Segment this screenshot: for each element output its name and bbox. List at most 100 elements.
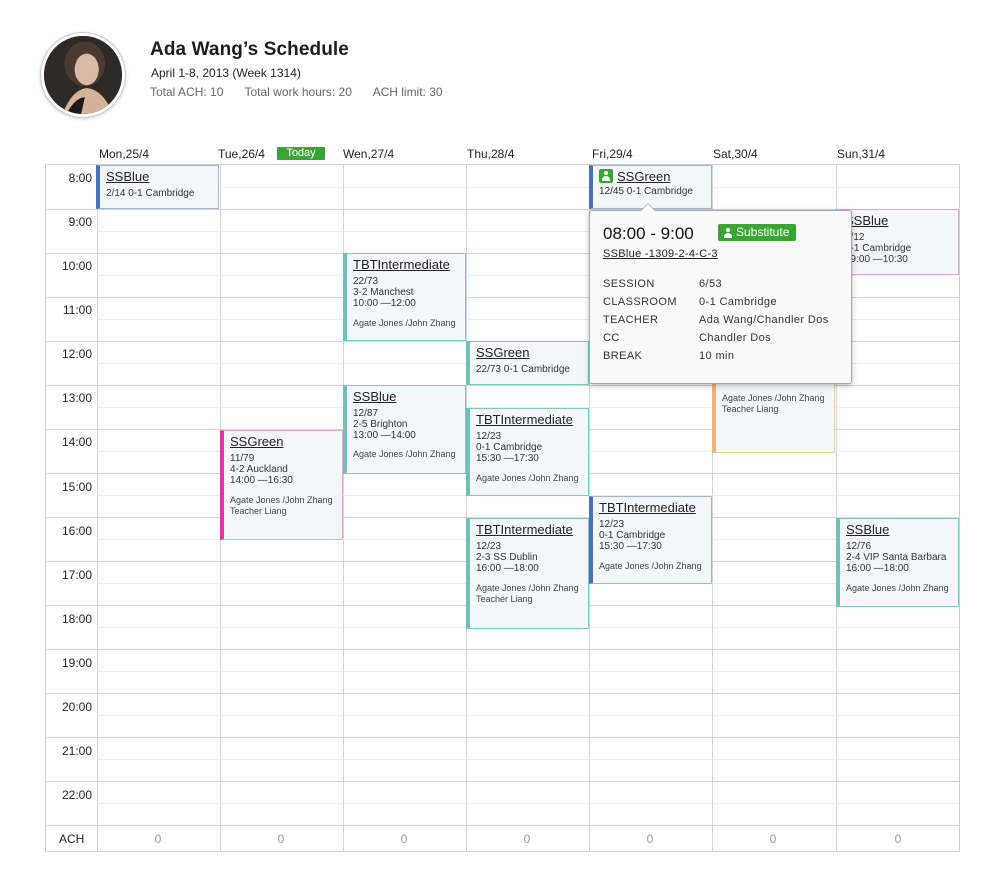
event-room: 0-1 Cambridge — [599, 530, 666, 541]
total-work-hours: Total work hours: 20 — [244, 85, 352, 99]
ach-value-mon: 0 — [154, 832, 162, 846]
day-header-fri: Fri,29/4 — [592, 147, 633, 161]
event-title: SSBlue — [106, 169, 150, 184]
event-ssblue-sun-morning[interactable]: SSBlue 9/12 0-1 Cambridge 09:00 —10:30 — [835, 209, 959, 275]
popover-row-break: BREAK 10 min — [603, 350, 735, 362]
event-title: TBTIntermediate — [599, 500, 696, 515]
event-ssgreen-tue[interactable]: SSGreen 11/79 4-2 Auckland 14:00 —16:30 … — [220, 430, 343, 540]
time-label: 15:00 — [61, 480, 92, 494]
event-room: 2-5 Brighton — [353, 419, 408, 430]
day-header-wed: Wen,27/4 — [343, 147, 395, 161]
event-details: 22/73 0-1 Cambridge — [476, 364, 570, 375]
time-label: 22:00 — [61, 788, 92, 802]
time-label: 20:00 — [61, 700, 92, 714]
event-time: 10:00 —12:00 — [353, 298, 416, 309]
event-teacher-extra: Teacher Liang — [476, 594, 533, 604]
event-time: 16:00 —18:00 — [476, 563, 539, 574]
event-session: 12/76 — [846, 541, 872, 552]
time-label: 13:00 — [61, 391, 92, 405]
day-header-sat: Sat,30/4 — [713, 147, 758, 161]
avatar-photo — [44, 36, 122, 114]
ach-value-sat: 0 — [769, 832, 777, 846]
event-tbtintermediate-fri[interactable]: TBTIntermediate 12/23 0-1 Cambridge 15:3… — [589, 496, 712, 584]
popover-row-session: SESSION 6/53 — [603, 278, 723, 290]
event-teachers: Agate Jones /John Zhang — [476, 473, 579, 483]
event-session: 12/87 — [353, 408, 379, 419]
total-ach: Total ACH: 10 — [150, 85, 224, 99]
event-details: 12/45 0-1 Cambridge — [599, 186, 693, 197]
event-session: 12/23 — [476, 431, 502, 442]
event-teacher-extra: Teacher Liang — [230, 506, 287, 516]
time-label: 10:00 — [61, 259, 92, 273]
time-label: 9:00 — [68, 215, 92, 229]
event-session: 22/73 — [353, 276, 379, 287]
event-tbtintermediate-wed[interactable]: TBTIntermediate 22/73 3-2 Manchest 10:00… — [343, 253, 466, 341]
ach-value-fri: 0 — [646, 832, 654, 846]
event-teachers: Agate Jones /John Zhang — [476, 583, 579, 593]
day-header-tue: Tue,26/4 — [218, 147, 265, 161]
event-details: 2/14 0-1 Cambridge — [106, 188, 195, 199]
event-time: 15:30 —17:30 — [476, 453, 539, 464]
event-ssblue-mon[interactable]: SSBlue 2/14 0-1 Cambridge — [96, 165, 219, 209]
person-icon — [599, 169, 613, 183]
event-tbtintermediate-thu-2[interactable]: TBTIntermediate 12/23 2-3 SS Dublin 16:0… — [466, 518, 589, 629]
popover-row-cc: CC Chandler Dos — [603, 332, 772, 344]
event-time: 09:00 —10:30 — [845, 254, 908, 265]
day-header-thu: Thu,28/4 — [467, 147, 515, 161]
time-label: 19:00 — [61, 656, 92, 670]
event-ssgreen-thu[interactable]: SSGreen 22/73 0-1 Cambridge — [466, 341, 589, 385]
time-label: 17:00 — [61, 568, 92, 582]
event-time: 15:30 —17:30 — [599, 541, 662, 552]
avatar[interactable] — [41, 33, 125, 117]
class-code-link[interactable]: SSBlue -1309-2-4-C-3 — [603, 248, 718, 260]
popover-row-teacher: TEACHER Ada Wang/Chandler Dos — [603, 314, 829, 326]
ach-value-tue: 0 — [277, 832, 285, 846]
event-teachers: Agate Jones /John Zhang — [230, 495, 333, 505]
event-title: SSBlue — [846, 522, 890, 537]
popover-time: 08:00 - 9:00 — [603, 224, 694, 243]
event-title: SSGreen — [230, 434, 284, 449]
week-range: April 1-8, 2013 (Week 1314) — [151, 66, 301, 80]
event-teachers: Agate Jones /John Zhang — [599, 561, 702, 571]
event-session: 12/23 — [476, 541, 502, 552]
ach-value-wed: 0 — [400, 832, 408, 846]
event-room: 2-3 SS Dublin — [476, 552, 538, 563]
time-label: 16:00 — [61, 524, 92, 538]
event-title: SSGreen — [599, 169, 711, 184]
substitute-badge: Substitute — [718, 224, 797, 241]
event-title: SSGreen — [476, 345, 530, 360]
time-label: 14:00 — [61, 435, 92, 449]
event-teachers: Agate Jones /John Zhang — [353, 449, 456, 459]
event-session: 9/12 — [845, 232, 865, 243]
event-room: 0-1 Cambridge — [476, 442, 543, 453]
time-label: 12:00 — [61, 347, 92, 361]
schedule-stats: Total ACH: 10 Total work hours: 20 ACH l… — [150, 85, 461, 99]
event-tbtintermediate-thu-1[interactable]: TBTIntermediate 12/23 0-1 Cambridge 15:3… — [466, 408, 589, 496]
event-sat[interactable]: Agate Jones /John Zhang Teacher Liang — [712, 384, 835, 453]
event-ssblue-wed[interactable]: SSBlue 12/87 2-5 Brighton 13:00 —14:00 A… — [343, 385, 466, 474]
time-label: 11:00 — [62, 303, 92, 317]
event-detail-popover[interactable]: 08:00 - 9:00 Substitute SSBlue -1309-2-4… — [589, 203, 852, 384]
time-label: 21:00 — [61, 744, 92, 758]
event-teachers: Agate Jones /John Zhang — [722, 393, 825, 403]
event-time: 13:00 —14:00 — [353, 430, 416, 441]
ach-value-sun: 0 — [894, 832, 902, 846]
event-teacher-extra: Teacher Liang — [722, 404, 779, 414]
event-ssblue-sun-afternoon[interactable]: SSBlue 12/76 2-4 VIP Santa Barbara 16:00… — [836, 518, 959, 607]
event-time: 14:00 —16:30 — [230, 475, 293, 486]
event-title: SSBlue — [353, 389, 397, 404]
time-label: 18:00 — [61, 612, 92, 626]
event-title: SSBlue — [845, 213, 889, 228]
ach-value-thu: 0 — [523, 832, 531, 846]
day-header-mon: Mon,25/4 — [99, 147, 150, 161]
event-room: 3-2 Manchest — [353, 287, 414, 298]
event-session: 12/23 — [599, 519, 625, 530]
popover-row-classroom: CLASSROOM 0-1 Cambridge — [603, 296, 777, 308]
event-teachers: Agate Jones /John Zhang — [353, 318, 456, 328]
today-badge: Today — [277, 147, 325, 160]
event-title: TBTIntermediate — [476, 412, 573, 427]
event-title: TBTIntermediate — [353, 257, 450, 272]
event-room: 2-4 VIP Santa Barbara — [846, 552, 947, 563]
day-header-sun: Sun,31/4 — [837, 147, 886, 161]
ach-label: ACH — [59, 832, 85, 846]
